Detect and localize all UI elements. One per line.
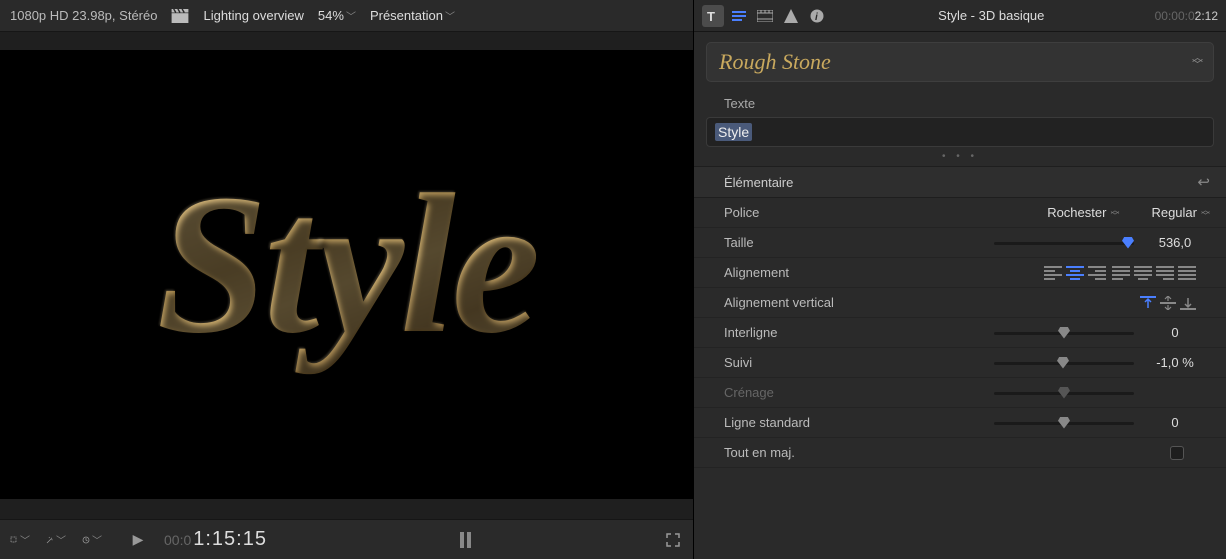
effects-tool-icon[interactable]: ﹀ — [46, 532, 66, 548]
svg-text:i: i — [815, 12, 818, 23]
share-inspector-tab[interactable] — [780, 5, 802, 27]
baseline-slider[interactable] — [994, 416, 1134, 430]
crop-tool-icon[interactable]: ﹀ — [10, 532, 30, 548]
justify-full-icon[interactable] — [1178, 266, 1196, 280]
inspector-title: Style - 3D basique — [832, 8, 1151, 23]
zoom-dropdown[interactable]: 54%﹀ — [318, 8, 356, 23]
basic-group-header[interactable]: Élémentaire ↩ — [694, 166, 1226, 198]
align-center-icon[interactable] — [1066, 266, 1084, 280]
canvas-3d-text[interactable]: Style — [157, 150, 537, 379]
kerning-slider — [994, 386, 1134, 400]
video-inspector-tab[interactable] — [754, 5, 776, 27]
drag-handle-icon[interactable]: • • • — [694, 147, 1226, 166]
chevron-updown-icon: ︿﹀ — [1192, 55, 1203, 69]
baseline-value[interactable]: 0 — [1140, 415, 1210, 430]
leading-value[interactable]: 0 — [1140, 325, 1210, 340]
viewer-footer: ﹀ ﹀ ﹀ ▶ 00:01:15:15 — [0, 519, 693, 559]
size-row: Taille 536,0 — [694, 228, 1226, 258]
baseline-row: Ligne standard 0 — [694, 408, 1226, 438]
font-row: Police Rochester︿﹀ Regular︿﹀ — [694, 198, 1226, 228]
text-inspector-tab[interactable]: T — [702, 5, 724, 27]
inspector-panel: T i Style - 3D basique 00:00:02:12 Rough… — [694, 0, 1226, 559]
allcaps-row: Tout en maj. — [694, 438, 1226, 468]
preset-dropdown[interactable]: Rough Stone ︿﹀ — [706, 42, 1214, 82]
font-style-dropdown[interactable]: Regular︿﹀ — [1151, 205, 1210, 220]
align-left-icon[interactable] — [1044, 266, 1062, 280]
timecode-display[interactable]: 00:01:15:15 — [164, 528, 267, 551]
valign-bottom-icon[interactable] — [1180, 296, 1196, 310]
font-family-dropdown[interactable]: Rochester︿﹀ — [1047, 205, 1119, 220]
clip-name-dropdown[interactable]: Lighting overview — [203, 8, 303, 23]
info-inspector-tab[interactable]: i — [806, 5, 828, 27]
valign-middle-icon[interactable] — [1160, 296, 1176, 310]
size-value[interactable]: 536,0 — [1140, 235, 1210, 250]
retime-tool-icon[interactable]: ﹀ — [82, 532, 102, 548]
vertical-alignment-row: Alignement vertical — [694, 288, 1226, 318]
format-label: 1080p HD 23.98p, Stéréo — [10, 8, 157, 23]
preset-name: Rough Stone — [719, 49, 831, 75]
paragraph-inspector-tab[interactable] — [728, 5, 750, 27]
text-section-label: Texte — [694, 82, 1226, 117]
kerning-row: Crénage — [694, 378, 1226, 408]
leading-row: Interligne 0 — [694, 318, 1226, 348]
align-right-icon[interactable] — [1088, 266, 1106, 280]
svg-text:T: T — [707, 9, 715, 23]
valign-top-icon[interactable] — [1140, 296, 1156, 310]
allcaps-checkbox[interactable] — [1170, 446, 1184, 460]
inspector-timecode: 00:00:02:12 — [1155, 9, 1218, 23]
justify-right-icon[interactable] — [1156, 266, 1174, 280]
viewer-header: 1080p HD 23.98p, Stéréo Lighting overvie… — [0, 0, 693, 32]
leading-slider[interactable] — [994, 326, 1134, 340]
viewer-canvas[interactable]: Style — [0, 50, 693, 499]
justify-left-icon[interactable] — [1112, 266, 1130, 280]
tracking-value[interactable]: -1,0 % — [1140, 355, 1210, 370]
size-slider[interactable] — [994, 236, 1134, 250]
justify-center-icon[interactable] — [1134, 266, 1152, 280]
viewer-panel: 1080p HD 23.98p, Stéréo Lighting overvie… — [0, 0, 694, 559]
audio-skimming-icon[interactable] — [460, 532, 471, 548]
clapper-icon[interactable] — [171, 9, 189, 23]
inspector-header: T i Style - 3D basique 00:00:02:12 — [694, 0, 1226, 32]
fullscreen-icon[interactable] — [663, 532, 683, 548]
tracking-row: Suivi -1,0 % — [694, 348, 1226, 378]
view-menu-dropdown[interactable]: Présentation﹀ — [370, 8, 455, 23]
alignment-row: Alignement — [694, 258, 1226, 288]
text-input[interactable]: Style — [706, 117, 1214, 147]
play-button[interactable]: ▶ — [128, 531, 148, 548]
reset-icon[interactable]: ↩ — [1197, 173, 1210, 191]
tracking-slider[interactable] — [994, 356, 1134, 370]
